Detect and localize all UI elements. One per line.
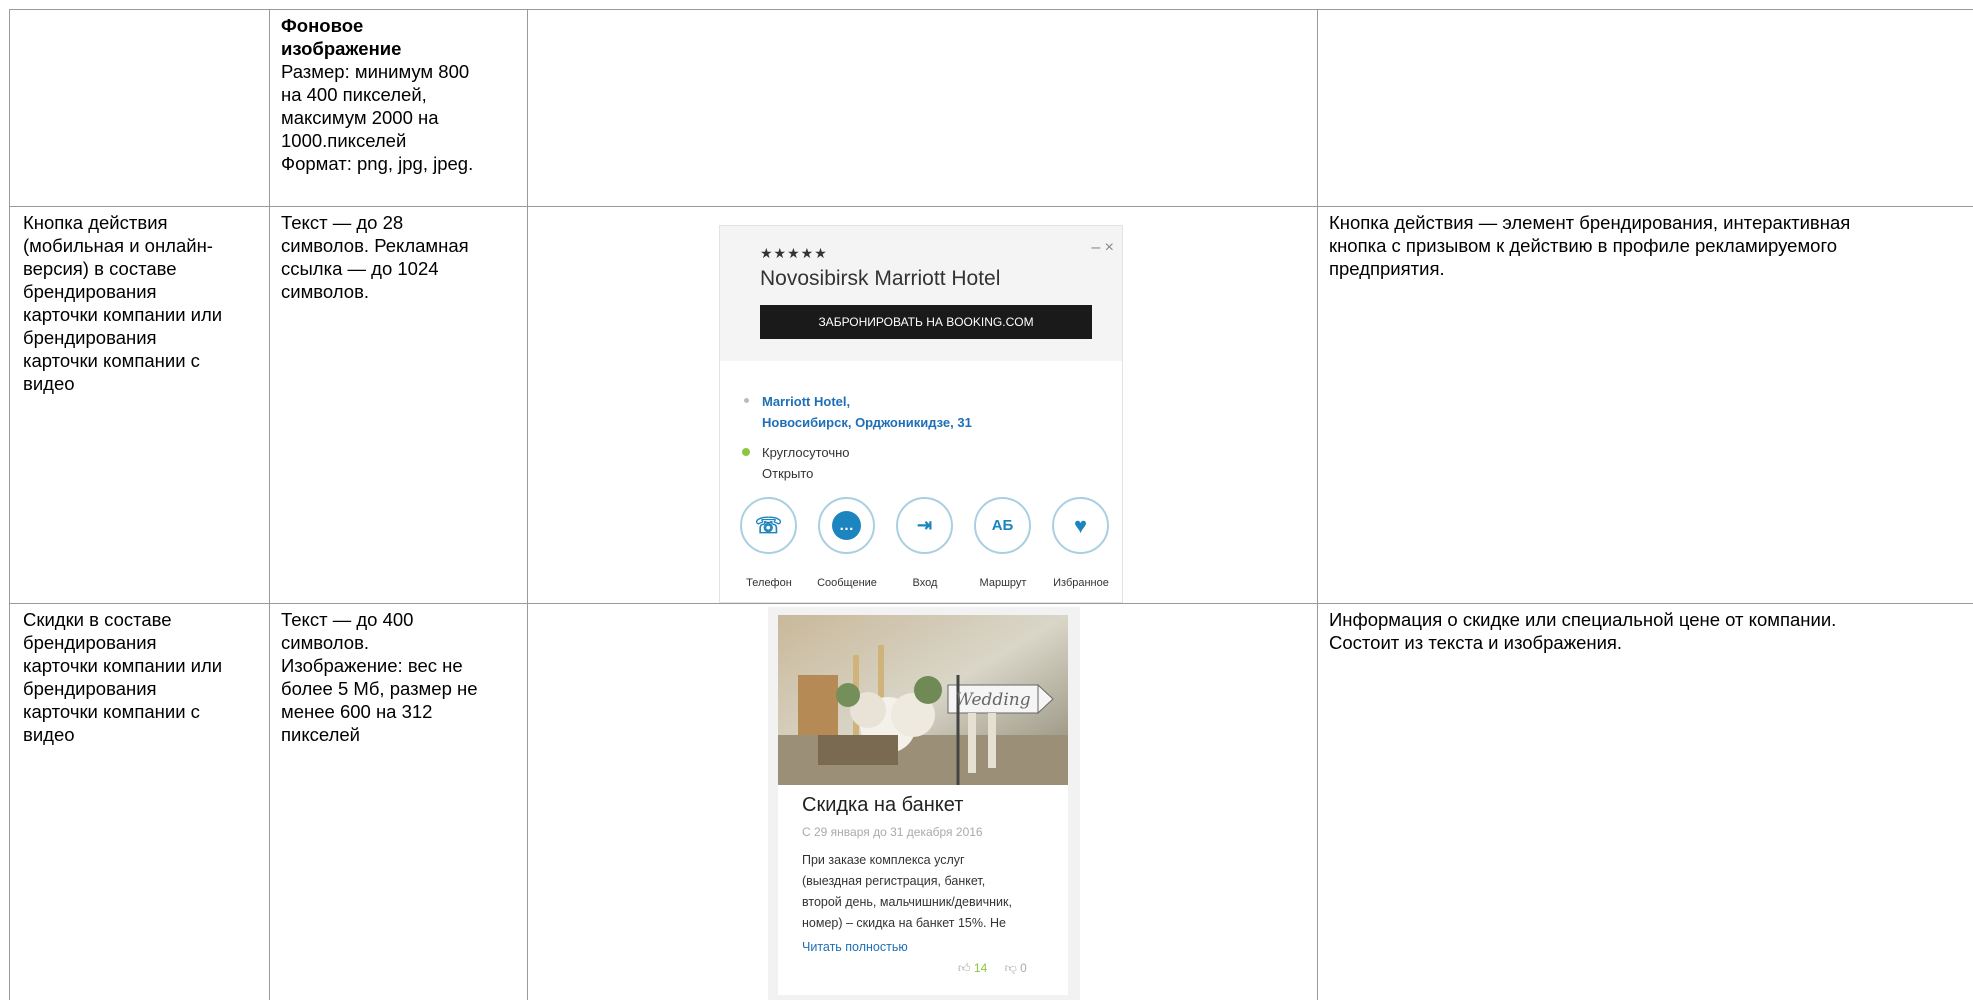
- row3-name-line: видео: [23, 724, 75, 745]
- row3-req-line: пикселей: [281, 724, 360, 745]
- row2-name-line: Кнопка действия: [23, 212, 168, 233]
- action-button-example-card: ★★★★★ – × Novosibirsk Marriott Hotel ЗАБ…: [719, 225, 1123, 603]
- discount-dates: С 29 января до 31 декабря 2016: [802, 825, 983, 839]
- row2-element-name: Кнопка действия (мобильная и онлайн- вер…: [17, 207, 269, 399]
- row3-name-line: брендирования: [23, 632, 157, 653]
- rating-stars: ★★★★★: [760, 245, 828, 261]
- row2-name-line: (мобильная и онлайн-: [23, 235, 213, 256]
- svg-text:Wedding: Wedding: [955, 690, 1030, 710]
- action-label: Избранное: [1053, 577, 1109, 589]
- row2-name-line: карточки компании с: [23, 350, 200, 371]
- dislike-icon[interactable]: 👎︎: [1005, 961, 1017, 975]
- column-divider-3: [1317, 9, 1318, 1000]
- discount-text-line: (выездная регистрация, банкет,: [802, 874, 986, 888]
- row2-name-line: брендирования: [23, 281, 157, 302]
- wedding-photo: Wedding: [778, 615, 1068, 785]
- route-button[interactable]: АБ: [974, 497, 1031, 554]
- hours-block: Круглосуточно Открыто: [762, 442, 850, 484]
- message-button[interactable]: …: [818, 497, 875, 554]
- hours-text: Круглосуточно: [762, 445, 850, 460]
- phone-icon: ☏: [754, 513, 783, 538]
- route-icon: АБ: [991, 517, 1014, 534]
- discount-text-line: номер) – скидка на банкет 15%. Не: [802, 916, 1006, 930]
- row2-desc-line: предприятия.: [1329, 258, 1445, 279]
- heart-icon: ♥: [1073, 513, 1088, 538]
- read-more-link[interactable]: Читать полностью: [802, 940, 908, 954]
- clock-icon: [742, 448, 750, 456]
- row3-element-name: Скидки в составе брендирования карточки …: [17, 604, 269, 750]
- discount-text-line: При заказе комплекса услуг: [802, 853, 965, 867]
- dislike-count: 0: [1020, 961, 1027, 975]
- row2-name-line: видео: [23, 373, 75, 394]
- message-icon: …: [832, 511, 861, 540]
- address-dot-icon: [744, 398, 749, 403]
- like-icon[interactable]: 👍︎: [958, 961, 971, 975]
- phone-button[interactable]: ☏: [740, 497, 797, 554]
- action-label: Телефон: [746, 577, 792, 589]
- table-border-left: [9, 9, 10, 1000]
- action-label: Маршрут: [979, 577, 1027, 589]
- open-status: Открыто: [762, 466, 814, 481]
- book-button[interactable]: ЗАБРОНИРОВАТЬ НА BOOKING.COM: [760, 305, 1092, 339]
- row1-requirements: Фоновое изображение Размер: минимум 800 …: [275, 10, 525, 179]
- row3-req-line: Изображение: вес не: [281, 655, 463, 676]
- action-label: Сообщение: [817, 577, 877, 589]
- address-line: Новосибирск, Орджоникидзе, 31: [762, 415, 972, 430]
- discount-title: Скидка на банкет: [802, 794, 964, 816]
- like-count: 14: [973, 961, 988, 975]
- row3-desc-line: Состоит из текста и изображения.: [1329, 632, 1623, 653]
- row2-description: Кнопка действия — элемент брендирования,…: [1323, 207, 1973, 284]
- wedding-photo-illustration: Wedding: [778, 615, 1068, 785]
- row3-name-line: карточки компании или: [23, 655, 223, 676]
- column-divider-2: [527, 9, 528, 1000]
- row3-req-line: более 5 Мб, размер не: [281, 678, 478, 699]
- row3-name-line: Скидки в составе: [23, 609, 172, 630]
- row1-title: Фоновое изображение: [281, 15, 402, 59]
- row1-line: Размер: минимум 800: [281, 61, 470, 82]
- row3-name-line: карточки компании с: [23, 701, 200, 722]
- row2-req-line: символов.: [281, 281, 370, 302]
- row3-req-line: менее 600 на 312: [281, 701, 433, 722]
- row3-req-line: символов.: [281, 632, 370, 653]
- action-label: Вход: [912, 577, 938, 589]
- discount-text: При заказе комплекса услуг (выездная рег…: [802, 850, 1052, 934]
- row3-description: Информация о скидке или специальной цене…: [1323, 604, 1973, 658]
- row3-req-line: Текст — до 400: [281, 609, 414, 630]
- favorite-button[interactable]: ♥: [1052, 497, 1109, 554]
- column-divider-1: [269, 9, 270, 1000]
- address-link[interactable]: Marriott Hotel, Новосибирск, Орджоникидз…: [762, 391, 972, 433]
- row2-req-line: Текст — до 28: [281, 212, 404, 233]
- row3-name-line: брендирования: [23, 678, 157, 699]
- row1-line: Формат: png, jpg, jpeg.: [281, 153, 474, 174]
- entrance-button[interactable]: ⇥: [896, 497, 953, 554]
- entrance-icon: ⇥: [916, 515, 933, 535]
- hotel-name: Novosibirsk Marriott Hotel: [760, 267, 1001, 290]
- row2-desc-line: Кнопка действия — элемент брендирования,…: [1329, 212, 1851, 233]
- row3-requirements: Текст — до 400 символов. Изображение: ве…: [275, 604, 525, 750]
- row2-desc-line: кнопка с призывом к действию в профиле р…: [1329, 235, 1838, 256]
- row1-line: максимум 2000 на: [281, 107, 439, 128]
- row2-requirements: Текст — до 28 символов. Рекламная ссылка…: [275, 207, 525, 307]
- discount-example-card: Wedding Скидка на банкет С 29 января до …: [768, 607, 1080, 1000]
- row2-req-line: ссылка — до 1024: [281, 258, 439, 279]
- reactions: 👍︎ 14 👎︎ 0: [958, 961, 1027, 976]
- row3-desc-line: Информация о скидке или специальной цене…: [1329, 609, 1837, 630]
- row1-line: 1000.пикселей: [281, 130, 407, 151]
- row1-line: на 400 пикселей,: [281, 84, 427, 105]
- discount-text-line: второй день, мальчишник/девичник,: [802, 895, 1012, 909]
- minimize-close-icon[interactable]: – ×: [1091, 239, 1114, 257]
- row2-name-line: версия) в составе: [23, 258, 177, 279]
- row2-req-line: символов. Рекламная: [281, 235, 469, 256]
- address-line: Marriott Hotel,: [762, 394, 851, 409]
- row2-name-line: брендирования: [23, 327, 157, 348]
- row2-name-line: карточки компании или: [23, 304, 223, 325]
